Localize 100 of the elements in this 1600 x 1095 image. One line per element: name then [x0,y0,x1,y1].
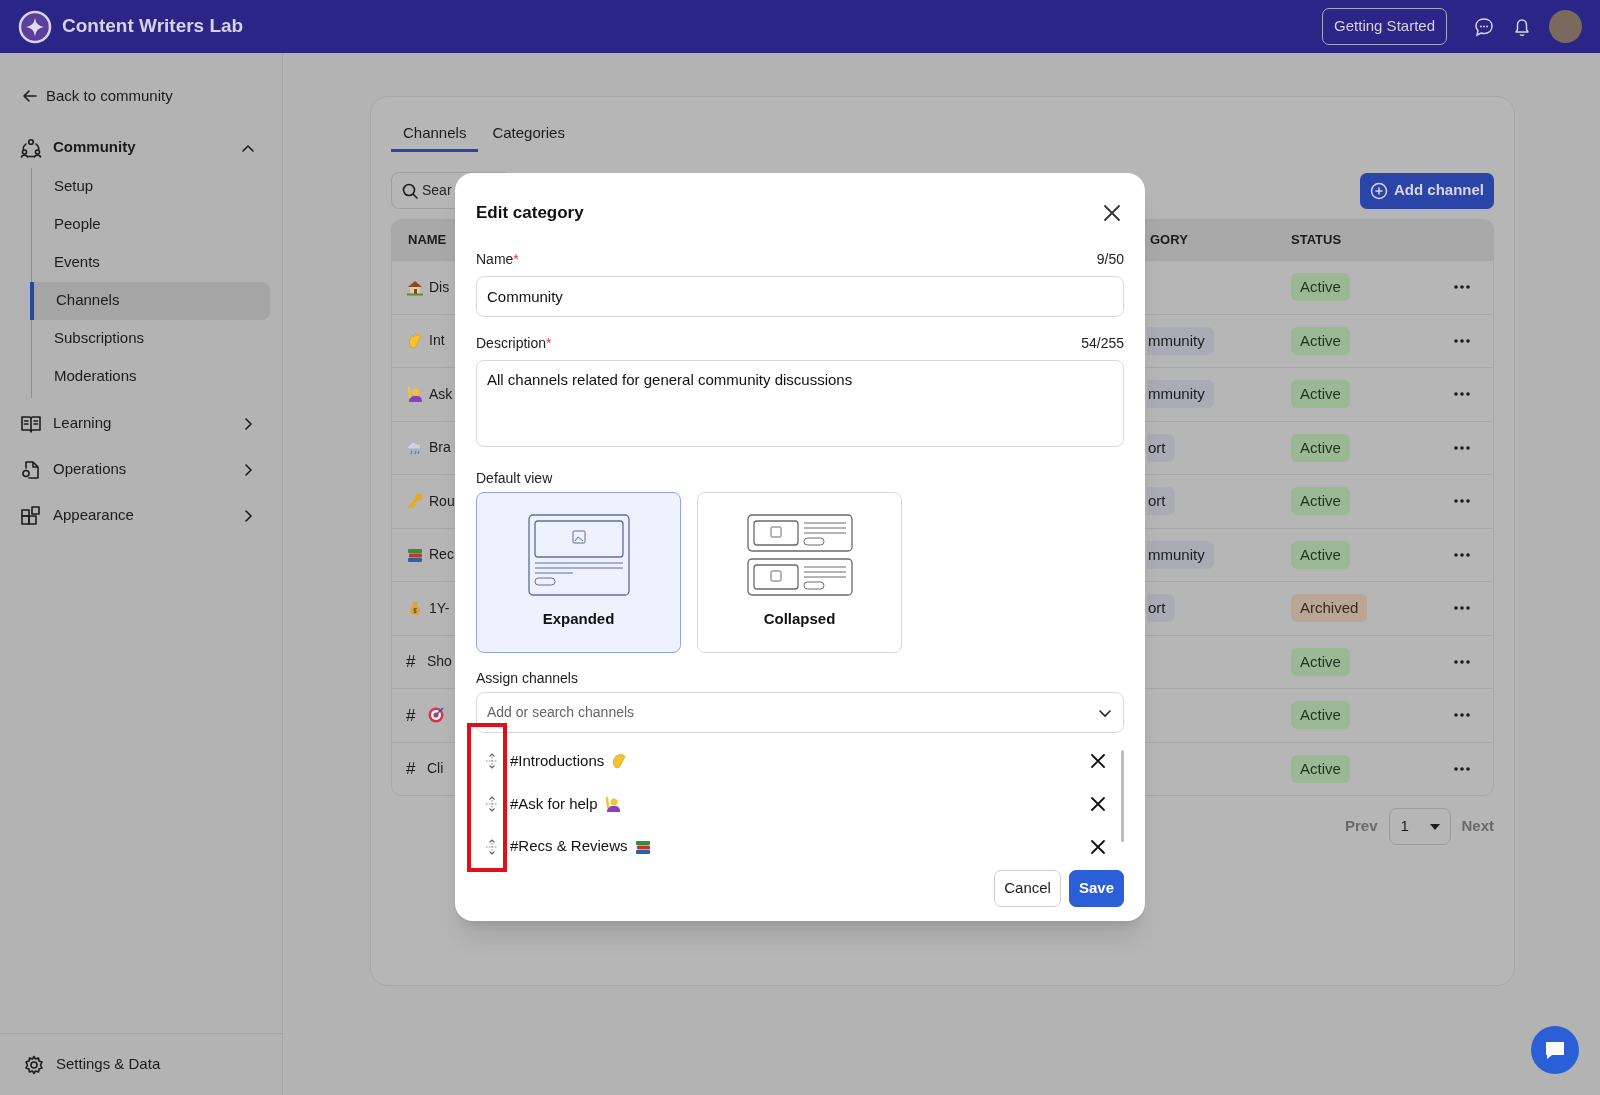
layout-option[interactable]: Collapsed [697,492,902,653]
category-tag: mmunity [1147,326,1214,355]
cancel-button[interactable]: Cancel [994,870,1061,907]
back-link[interactable]: Back to community [22,85,173,108]
hand-icon [610,752,629,771]
channel-name: 1Y- [429,598,450,618]
column-header: STATUS [1291,231,1343,250]
character-counter: 54/255 [1081,334,1124,353]
character-counter: 9/50 [1096,250,1124,269]
close-icon[interactable] [1089,752,1107,771]
nav-item[interactable]: Channels [30,281,270,320]
more-icon[interactable] [1453,712,1471,719]
status-badge: Active [1291,540,1350,569]
more-icon[interactable] [1453,551,1471,558]
hash-symbol: # [406,704,417,727]
status-badge: Active [1291,487,1350,516]
status-badge: Active [1291,326,1350,355]
more-icon[interactable] [1453,658,1471,665]
column-header: GORY [1149,231,1189,250]
section-label: Default view [476,469,554,488]
plus-circle-icon [1370,181,1388,200]
people-icon [20,136,42,159]
app-title: Content Writers Lab [62,14,244,39]
logo-icon [18,9,52,44]
nav-item[interactable]: Moderations [32,357,270,396]
channel-name: Rou [429,491,455,511]
channel-name: Dis [429,277,450,297]
status-badge: Active [1291,647,1350,676]
field-label: Description* [476,334,552,353]
person-icon [603,795,622,813]
nav-section[interactable]: Community [20,127,256,168]
status-badge: Archived [1291,594,1368,623]
more-icon[interactable] [1453,444,1471,451]
status-badge: Active [1291,273,1350,302]
drag-handle-icon[interactable] [485,795,499,813]
status-badge: Active [1291,754,1350,783]
status-badge: Active [1291,433,1350,462]
channel-name: Cli [427,759,444,779]
chat-icon[interactable] [1473,15,1495,38]
hash-symbol: # [406,651,417,673]
nav-item[interactable]: Setup [32,167,270,206]
category-tag: ort [1147,487,1175,516]
search-icon [402,182,418,199]
status-badge: Active [1291,380,1350,409]
category-tag: ort [1147,594,1175,623]
page-select[interactable]: 1 [1389,808,1452,845]
house-icon [406,278,424,297]
hand-icon [406,331,424,350]
nav-item[interactable]: Events [32,243,270,282]
channel-label: #Ask for help [510,793,598,814]
arrow-left-icon [22,88,38,105]
drag-handle-icon[interactable] [485,752,499,771]
channel-name: Sho [427,652,452,672]
channel-name: Int [429,331,445,351]
channel-name: Bra [429,438,451,458]
more-icon[interactable] [1453,391,1471,398]
close-icon[interactable] [1089,795,1107,813]
channel-label: #Introductions [510,751,605,772]
category-tag: mmunity [1147,380,1214,409]
tab[interactable]: Channels [391,117,479,152]
more-icon[interactable] [1453,337,1471,344]
getting-started-button[interactable]: Getting Started [1322,8,1447,45]
add-channel-button[interactable]: Add channel [1360,172,1494,209]
section-label: Assign channels [476,669,579,688]
caret-down-icon [1430,823,1441,830]
nav-item[interactable]: People [32,205,270,244]
drag-handle-icon[interactable] [485,837,499,856]
chat-button[interactable] [1531,1026,1579,1074]
settings-link[interactable]: Settings & Data [0,1033,282,1095]
tab[interactable]: Categories [480,117,577,152]
hash-symbol: # [406,758,417,780]
nav-section[interactable]: Operations [20,449,256,490]
channel-name: Ask [429,384,453,404]
save-button[interactable]: Save [1068,870,1124,907]
key-icon [406,492,424,511]
more-icon[interactable] [1453,284,1471,291]
layout-option[interactable]: Expanded [476,492,681,653]
more-icon[interactable] [1453,765,1471,772]
search-field[interactable]: Sear [422,180,454,201]
more-icon[interactable] [1453,498,1471,505]
document-gear-icon [20,458,42,481]
channel-label: #Recs & Reviews [510,836,628,857]
settings-icon [24,1054,44,1075]
blocks-icon [20,504,42,527]
status-badge: Active [1291,701,1350,730]
nav-item[interactable]: Subscriptions [32,319,270,358]
name-field[interactable]: Community [476,276,1124,317]
more-icon[interactable] [1453,605,1471,612]
nav-section[interactable]: Learning [20,403,256,444]
close-icon[interactable] [1102,203,1122,223]
description-field[interactable]: All channels related for general community discussions [476,360,1124,447]
nav-section[interactable]: Appearance [20,495,256,536]
column-header: NAME [408,231,447,250]
close-icon[interactable] [1089,837,1107,856]
channel-picker[interactable]: Add or search channels [476,692,1124,733]
channel-search-field[interactable]: Add or search channels [487,702,1097,723]
target-icon [427,706,445,725]
person-icon [406,385,424,404]
category-tag: mmunity [1147,540,1214,569]
category-tag: ort [1147,433,1175,462]
